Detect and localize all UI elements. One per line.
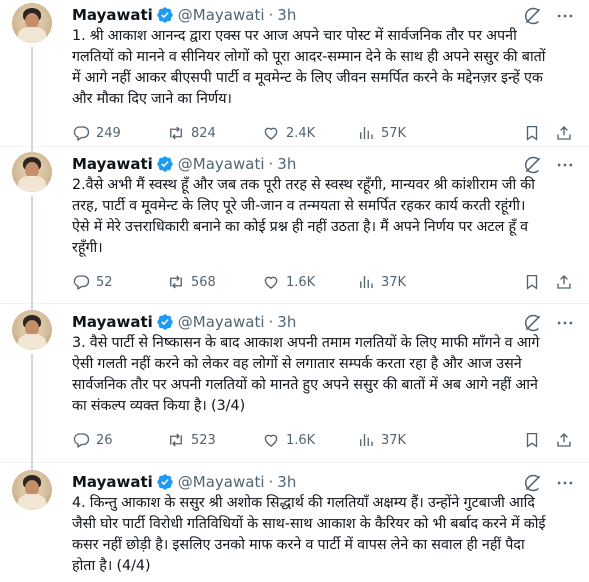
author-handle[interactable]: @Mayawati xyxy=(178,473,265,491)
bookmark-icon[interactable] xyxy=(523,431,541,449)
views-button[interactable]: 37K xyxy=(357,431,447,449)
tweet-header: Mayawati @Mayawati · 3h xyxy=(72,154,573,174)
view-count: 37K xyxy=(381,274,407,290)
more-icon[interactable] xyxy=(555,473,575,493)
like-count: 1.6K xyxy=(286,274,316,290)
views-icon xyxy=(360,127,373,139)
author-handle[interactable]: @Mayawati xyxy=(178,313,265,331)
tweet-actions: 249 824 2.4K 57K xyxy=(72,123,573,143)
thread-line xyxy=(31,304,33,310)
views-button[interactable]: 37K xyxy=(357,273,447,291)
repost-icon xyxy=(170,275,182,289)
timestamp[interactable]: 3h xyxy=(277,473,296,491)
tweet-text: 3. वैसे पार्टी से निष्कासन के बाद आकाश अ… xyxy=(72,335,540,414)
tweet-header: Mayawati @Mayawati · 3h xyxy=(72,312,573,332)
avatar[interactable] xyxy=(12,3,52,43)
timestamp[interactable]: 3h xyxy=(277,313,296,331)
tweet-actions-right xyxy=(509,273,573,291)
grok-icon[interactable] xyxy=(523,6,543,26)
verified-badge-icon xyxy=(157,474,173,490)
tweet-header: Mayawati @Mayawati · 3h xyxy=(72,472,573,492)
grok-icon[interactable] xyxy=(523,155,543,175)
reply-count: 52 xyxy=(96,274,113,290)
like-icon xyxy=(264,434,278,447)
tweet-actions-right xyxy=(509,124,573,142)
views-button[interactable]: 57K xyxy=(357,124,447,142)
verified-badge-icon xyxy=(157,314,173,330)
reply-icon xyxy=(73,275,90,290)
tweet[interactable]: Mayawati @Mayawati · 3h 1. श्री आकाश आनन… xyxy=(0,0,589,153)
author-name[interactable]: Mayawati xyxy=(72,6,153,24)
timestamp[interactable]: 3h xyxy=(277,6,296,24)
reply-count: 249 xyxy=(96,125,121,141)
tweet-header: Mayawati @Mayawati · 3h xyxy=(72,5,573,25)
tweet-actions: 26 523 1.6K 37K xyxy=(72,430,573,450)
thread-line xyxy=(31,47,33,153)
share-icon[interactable] xyxy=(555,124,573,142)
repost-count: 523 xyxy=(191,432,216,448)
thread-line xyxy=(31,354,33,463)
thread-line xyxy=(31,196,33,304)
reply-button[interactable]: 26 xyxy=(72,431,167,449)
like-button[interactable]: 1.6K xyxy=(262,431,357,449)
tweet[interactable]: Mayawati @Mayawati · 3h 3. वैसे पार्टी स… xyxy=(0,304,589,463)
reply-button[interactable]: 249 xyxy=(72,124,167,142)
reply-count: 26 xyxy=(96,432,113,448)
tweet-text: 4. किन्तु आकाश के ससुर श्री अशोक सिद्धार… xyxy=(72,495,546,574)
author-name[interactable]: Mayawati xyxy=(72,155,153,173)
like-icon xyxy=(264,127,278,140)
reply-icon xyxy=(73,433,90,448)
grok-icon[interactable] xyxy=(523,313,543,333)
verified-badge-icon xyxy=(157,156,173,172)
author-name[interactable]: Mayawati xyxy=(72,313,153,331)
timeline-feed: Mayawati @Mayawati · 3h 1. श्री आकाश आनन… xyxy=(0,0,589,582)
bookmark-icon[interactable] xyxy=(523,124,541,142)
repost-count: 824 xyxy=(191,125,216,141)
tweet[interactable]: Mayawati @Mayawati · 3h 2.वैसे अभी मैं स… xyxy=(0,147,589,304)
bookmark-icon[interactable] xyxy=(523,273,541,291)
repost-icon xyxy=(170,126,182,140)
views-icon xyxy=(360,276,373,288)
author-handle[interactable]: @Mayawati xyxy=(178,6,265,24)
tweet[interactable]: Mayawati @Mayawati · 3h 4. किन्तु आकाश क… xyxy=(0,463,589,582)
separator: · xyxy=(268,313,274,331)
view-count: 57K xyxy=(381,125,407,141)
thread-line xyxy=(31,147,33,152)
avatar[interactable] xyxy=(12,470,52,510)
like-button[interactable]: 2.4K xyxy=(262,124,357,142)
repost-button[interactable]: 568 xyxy=(167,273,262,291)
like-icon xyxy=(264,276,278,289)
grok-icon[interactable] xyxy=(523,473,543,493)
more-icon[interactable] xyxy=(555,155,575,175)
more-icon[interactable] xyxy=(555,313,575,333)
tweet-actions: 52 568 1.6K 37K xyxy=(72,272,573,292)
tweet-actions-right xyxy=(509,431,573,449)
timestamp[interactable]: 3h xyxy=(277,155,296,173)
more-icon[interactable] xyxy=(555,6,575,26)
verified-badge-icon xyxy=(157,7,173,23)
tweet-text: 2.वैसे अभी मैं स्वस्थ हूँ और जब तक पूरी … xyxy=(72,177,535,256)
tweet-text: 1. श्री आकाश आनन्द द्वारा एक्स पर आज अपन… xyxy=(72,28,546,107)
like-button[interactable]: 1.6K xyxy=(262,273,357,291)
author-handle[interactable]: @Mayawati xyxy=(178,155,265,173)
share-icon[interactable] xyxy=(555,273,573,291)
repost-count: 568 xyxy=(191,274,216,290)
avatar[interactable] xyxy=(12,310,52,350)
repost-button[interactable]: 523 xyxy=(167,431,262,449)
avatar[interactable] xyxy=(12,152,52,192)
views-icon xyxy=(360,434,373,446)
separator: · xyxy=(268,155,274,173)
like-count: 1.6K xyxy=(286,432,316,448)
separator: · xyxy=(268,6,274,24)
view-count: 37K xyxy=(381,432,407,448)
reply-icon xyxy=(73,126,90,141)
separator: · xyxy=(268,473,274,491)
share-icon[interactable] xyxy=(555,431,573,449)
repost-icon xyxy=(170,433,182,447)
repost-button[interactable]: 824 xyxy=(167,124,262,142)
reply-button[interactable]: 52 xyxy=(72,273,167,291)
like-count: 2.4K xyxy=(286,125,316,141)
thread-line xyxy=(31,463,33,470)
author-name[interactable]: Mayawati xyxy=(72,473,153,491)
